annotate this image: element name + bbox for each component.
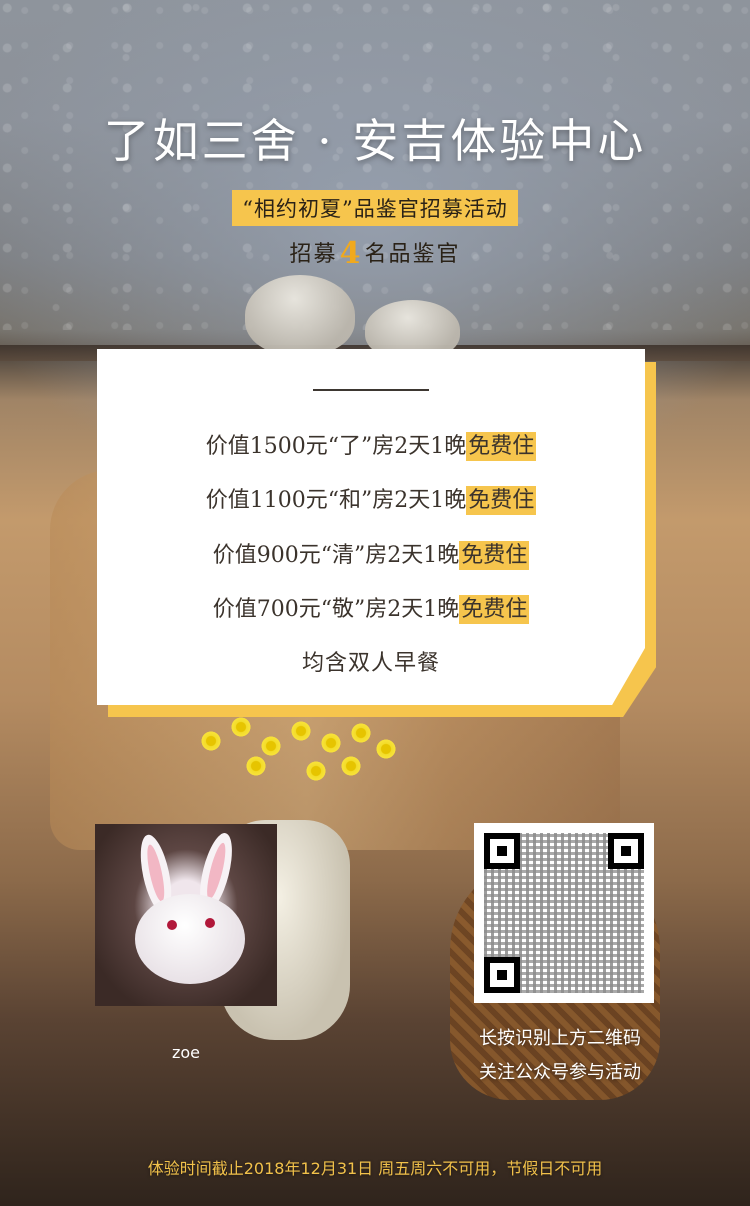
- recruit-suffix: 名品鉴官: [364, 242, 461, 267]
- offer-text: 价值700元“敬”房2天1晚: [212, 597, 460, 622]
- offer-highlight: 免费住: [459, 595, 530, 624]
- avatar[interactable]: [95, 824, 277, 1006]
- offer-text: 价值1500元“了”房2天1晚: [205, 434, 467, 459]
- qr-finder-bottom-left: [484, 957, 520, 993]
- qr-finder-top-left: [484, 833, 520, 869]
- subtitle-wrap: “相约初夏”品鉴官招募活动: [0, 190, 750, 226]
- offer-text: 价值1100元“和”房2天1晚: [205, 488, 467, 513]
- card-divider: [313, 389, 429, 391]
- background-flowers: [190, 710, 420, 830]
- offer-highlight: 免费住: [459, 541, 530, 570]
- recruit-line: 招募4名品鉴官: [0, 236, 750, 271]
- qr-code[interactable]: [474, 823, 654, 1003]
- offer-text: 价值900元“清”房2天1晚: [212, 543, 460, 568]
- qr-finder-top-right: [608, 833, 644, 869]
- offer-highlight: 免费住: [466, 432, 537, 461]
- recruit-number: 4: [339, 236, 363, 271]
- teapot-left: [245, 275, 355, 355]
- event-subtitle: “相约初夏”品鉴官招募活动: [232, 190, 518, 226]
- qr-instruction-line1: 长按识别上方二维码: [479, 1028, 641, 1049]
- qr-instruction-line2: 关注公众号参与活动: [479, 1062, 641, 1083]
- offer-item: 价值900元“清”房2天1晚免费住: [97, 537, 645, 570]
- offer-highlight: 免费住: [466, 486, 537, 515]
- offer-item: 价值1500元“了”房2天1晚免费住: [97, 428, 645, 461]
- offer-item: 价值1100元“和”房2天1晚免费住: [97, 482, 645, 515]
- footer-note: 体验时间截止2018年12月31日 周五周六不可用，节假日不可用: [147, 1159, 603, 1178]
- page-title: 了如三舍 · 安吉体验中心: [103, 114, 647, 168]
- bunny-face: [135, 894, 245, 984]
- breakfast-note: 均含双人早餐: [301, 651, 440, 676]
- recruit-prefix: 招募: [289, 242, 338, 267]
- avatar-name: zoe: [171, 1043, 201, 1062]
- bunny-eye-right: [205, 918, 215, 928]
- bunny-eye-left: [167, 920, 177, 930]
- offer-item: 价值700元“敬”房2天1晚免费住: [97, 591, 645, 624]
